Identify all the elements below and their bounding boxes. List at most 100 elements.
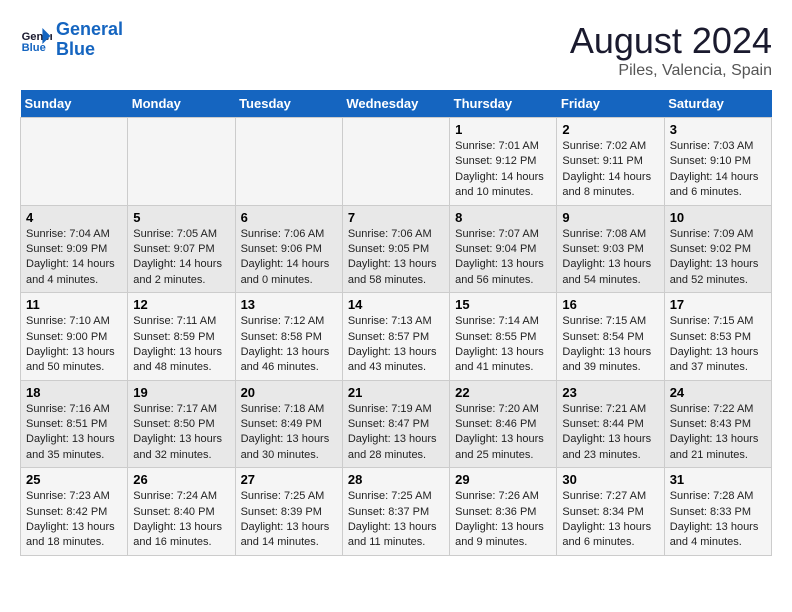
calendar-cell: 21Sunrise: 7:19 AM Sunset: 8:47 PM Dayli… <box>342 380 449 468</box>
weekday-header-wednesday: Wednesday <box>342 90 449 118</box>
day-number: 1 <box>455 122 551 137</box>
calendar-cell: 18Sunrise: 7:16 AM Sunset: 8:51 PM Dayli… <box>21 380 128 468</box>
weekday-header-tuesday: Tuesday <box>235 90 342 118</box>
calendar-cell: 4Sunrise: 7:04 AM Sunset: 9:09 PM Daylig… <box>21 205 128 293</box>
day-number: 22 <box>455 385 551 400</box>
day-info: Sunrise: 7:07 AM Sunset: 9:04 PM Dayligh… <box>455 227 551 289</box>
day-info: Sunrise: 7:15 AM Sunset: 8:54 PM Dayligh… <box>562 314 658 376</box>
day-number: 13 <box>241 297 337 312</box>
calendar-cell <box>342 118 449 206</box>
calendar-cell: 19 Sunrise: 7:17 AM Sunset: 8:50 PM Dayli… <box>128 380 235 468</box>
calendar-cell: 20 Sunrise: 7:18 AM Sunset: 8:49 PM Dayli… <box>235 380 342 468</box>
day-number: 8 <box>455 210 551 225</box>
day-info: Sunrise: 7:06 AM Sunset: 9:05 PM Dayligh… <box>348 227 444 289</box>
day-number: 5 <box>133 210 229 225</box>
weekday-header-sunday: Sunday <box>21 90 128 118</box>
day-number: 17 <box>670 297 766 312</box>
day-number: 6 <box>241 210 337 225</box>
calendar-cell: 24 Sunrise: 7:22 AM Sunset: 8:43 PM Dayli… <box>664 380 771 468</box>
day-number: 3 <box>670 122 766 137</box>
day-info: Sunrise: 7:02 AM Sunset: 9:11 PM Dayligh… <box>562 139 658 201</box>
calendar-week-row: 11Sunrise: 7:10 AM Sunset: 9:00 PM Dayli… <box>21 293 772 381</box>
day-info: Sunrise: 7:11 AM Sunset: 8:59 PM Dayligh… <box>133 314 229 376</box>
calendar-cell: 31 Sunrise: 7:28 AM Sunset: 8:33 PM Dayli… <box>664 468 771 556</box>
day-info: Sunrise: 7:12 AM Sunset: 8:58 PM Dayligh… <box>241 314 337 376</box>
calendar-cell: 12 Sunrise: 7:11 AM Sunset: 8:59 PM Dayli… <box>128 293 235 381</box>
day-number: 19 <box>133 385 229 400</box>
calendar-cell: 3 Sunrise: 7:03 AM Sunset: 9:10 PM Daylig… <box>664 118 771 206</box>
day-info: Sunrise: 7:27 AM Sunset: 8:34 PM Dayligh… <box>562 489 658 551</box>
calendar-cell <box>21 118 128 206</box>
day-info: Sunrise: 7:15 AM Sunset: 8:53 PM Dayligh… <box>670 314 766 376</box>
calendar-cell: 29 Sunrise: 7:26 AM Sunset: 8:36 PM Dayli… <box>450 468 557 556</box>
logo-text: GeneralBlue <box>56 20 123 60</box>
day-info: Sunrise: 7:26 AM Sunset: 8:36 PM Dayligh… <box>455 489 551 551</box>
svg-text:Blue: Blue <box>22 42 46 54</box>
day-number: 28 <box>348 472 444 487</box>
calendar-subtitle: Piles, Valencia, Spain <box>570 62 772 80</box>
calendar-cell: 9 Sunrise: 7:08 AM Sunset: 9:03 PM Daylig… <box>557 205 664 293</box>
calendar-cell: 27 Sunrise: 7:25 AM Sunset: 8:39 PM Dayli… <box>235 468 342 556</box>
weekday-header-friday: Friday <box>557 90 664 118</box>
day-number: 7 <box>348 210 444 225</box>
day-number: 23 <box>562 385 658 400</box>
calendar-title: August 2024 <box>570 20 772 62</box>
day-info: Sunrise: 7:25 AM Sunset: 8:39 PM Dayligh… <box>241 489 337 551</box>
calendar-cell: 11Sunrise: 7:10 AM Sunset: 9:00 PM Dayli… <box>21 293 128 381</box>
calendar-cell: 16 Sunrise: 7:15 AM Sunset: 8:54 PM Dayli… <box>557 293 664 381</box>
day-number: 16 <box>562 297 658 312</box>
calendar-cell <box>128 118 235 206</box>
day-info: Sunrise: 7:04 AM Sunset: 9:09 PM Dayligh… <box>26 227 122 289</box>
day-number: 25 <box>26 472 122 487</box>
day-number: 30 <box>562 472 658 487</box>
day-info: Sunrise: 7:21 AM Sunset: 8:44 PM Dayligh… <box>562 402 658 464</box>
day-info: Sunrise: 7:18 AM Sunset: 8:49 PM Dayligh… <box>241 402 337 464</box>
day-info: Sunrise: 7:06 AM Sunset: 9:06 PM Dayligh… <box>241 227 337 289</box>
calendar-cell: 17 Sunrise: 7:15 AM Sunset: 8:53 PM Dayli… <box>664 293 771 381</box>
calendar-cell: 13 Sunrise: 7:12 AM Sunset: 8:58 PM Dayli… <box>235 293 342 381</box>
day-number: 24 <box>670 385 766 400</box>
calendar-cell: 14Sunrise: 7:13 AM Sunset: 8:57 PM Dayli… <box>342 293 449 381</box>
day-info: Sunrise: 7:28 AM Sunset: 8:33 PM Dayligh… <box>670 489 766 551</box>
calendar-cell: 15Sunrise: 7:14 AM Sunset: 8:55 PM Dayli… <box>450 293 557 381</box>
calendar-week-row: 25Sunrise: 7:23 AM Sunset: 8:42 PM Dayli… <box>21 468 772 556</box>
calendar-cell: 7 Sunrise: 7:06 AM Sunset: 9:05 PM Daylig… <box>342 205 449 293</box>
day-number: 12 <box>133 297 229 312</box>
calendar-cell: 23 Sunrise: 7:21 AM Sunset: 8:44 PM Dayli… <box>557 380 664 468</box>
calendar-cell: 25Sunrise: 7:23 AM Sunset: 8:42 PM Dayli… <box>21 468 128 556</box>
day-info: Sunrise: 7:01 AM Sunset: 9:12 PM Dayligh… <box>455 139 551 201</box>
calendar-cell: 30 Sunrise: 7:27 AM Sunset: 8:34 PM Dayli… <box>557 468 664 556</box>
day-number: 15 <box>455 297 551 312</box>
calendar-cell: 6 Sunrise: 7:06 AM Sunset: 9:06 PM Daylig… <box>235 205 342 293</box>
day-number: 29 <box>455 472 551 487</box>
weekday-header-monday: Monday <box>128 90 235 118</box>
calendar-cell: 10 Sunrise: 7:09 AM Sunset: 9:02 PM Dayli… <box>664 205 771 293</box>
calendar-week-row: 18Sunrise: 7:16 AM Sunset: 8:51 PM Dayli… <box>21 380 772 468</box>
day-number: 14 <box>348 297 444 312</box>
day-info: Sunrise: 7:19 AM Sunset: 8:47 PM Dayligh… <box>348 402 444 464</box>
calendar-cell <box>235 118 342 206</box>
calendar-week-row: 4Sunrise: 7:04 AM Sunset: 9:09 PM Daylig… <box>21 205 772 293</box>
calendar-cell: 8 Sunrise: 7:07 AM Sunset: 9:04 PM Daylig… <box>450 205 557 293</box>
weekday-header-saturday: Saturday <box>664 90 771 118</box>
day-number: 27 <box>241 472 337 487</box>
day-number: 9 <box>562 210 658 225</box>
day-info: Sunrise: 7:17 AM Sunset: 8:50 PM Dayligh… <box>133 402 229 464</box>
day-info: Sunrise: 7:25 AM Sunset: 8:37 PM Dayligh… <box>348 489 444 551</box>
weekday-header-row: SundayMondayTuesdayWednesdayThursdayFrid… <box>21 90 772 118</box>
calendar-week-row: 1 Sunrise: 7:01 AM Sunset: 9:12 PM Daylig… <box>21 118 772 206</box>
day-info: Sunrise: 7:24 AM Sunset: 8:40 PM Dayligh… <box>133 489 229 551</box>
day-info: Sunrise: 7:08 AM Sunset: 9:03 PM Dayligh… <box>562 227 658 289</box>
calendar-cell: 28 Sunrise: 7:25 AM Sunset: 8:37 PM Dayli… <box>342 468 449 556</box>
day-info: Sunrise: 7:09 AM Sunset: 9:02 PM Dayligh… <box>670 227 766 289</box>
calendar-table: SundayMondayTuesdayWednesdayThursdayFrid… <box>20 90 772 556</box>
day-number: 31 <box>670 472 766 487</box>
day-info: Sunrise: 7:22 AM Sunset: 8:43 PM Dayligh… <box>670 402 766 464</box>
day-number: 20 <box>241 385 337 400</box>
calendar-cell: 5 Sunrise: 7:05 AM Sunset: 9:07 PM Daylig… <box>128 205 235 293</box>
logo-icon: General Blue <box>20 24 52 56</box>
day-info: Sunrise: 7:05 AM Sunset: 9:07 PM Dayligh… <box>133 227 229 289</box>
day-info: Sunrise: 7:20 AM Sunset: 8:46 PM Dayligh… <box>455 402 551 464</box>
day-number: 10 <box>670 210 766 225</box>
day-info: Sunrise: 7:03 AM Sunset: 9:10 PM Dayligh… <box>670 139 766 201</box>
